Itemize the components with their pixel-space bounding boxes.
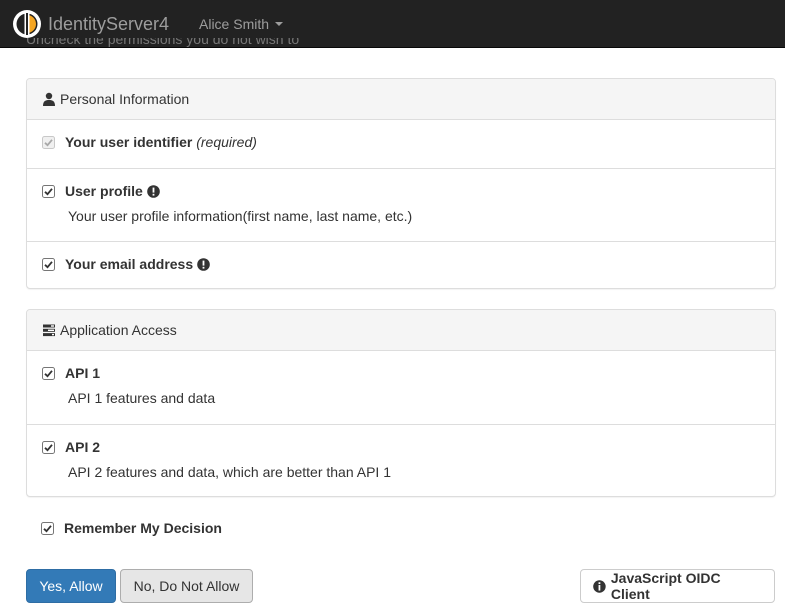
- scope-label: User profile: [65, 183, 143, 199]
- checkbox-checked[interactable]: [42, 440, 55, 454]
- checkbox-checked-disabled[interactable]: [42, 135, 55, 149]
- exclamation-sign-icon: [197, 257, 210, 271]
- personal-information-panel: Personal Information Your user identifie…: [26, 78, 776, 289]
- scope-item-api2: API 2 API 2 features and data, which are…: [27, 424, 775, 497]
- user-menu-dropdown[interactable]: Alice Smith: [199, 14, 284, 34]
- intro-text: Uncheck the permissions you do not wish …: [26, 38, 326, 48]
- remember-label: Remember My Decision: [64, 520, 222, 536]
- scope-item-email: Your email address: [27, 241, 775, 289]
- application-access-panel: Application Access API 1 API 1 features …: [26, 309, 776, 497]
- scope-label-text: Your user identifier: [65, 134, 193, 150]
- tasks-icon: [43, 324, 55, 337]
- checkbox-checked[interactable]: [42, 184, 55, 198]
- scope-label: Your user identifier (required): [65, 134, 257, 150]
- caret-down-icon: [275, 22, 284, 26]
- client-name: JavaScript OIDC Client: [610, 570, 721, 602]
- panel-title: Application Access: [60, 322, 177, 338]
- scope-label: Your email address: [65, 256, 194, 272]
- info-sign-icon: [593, 579, 606, 593]
- panel-title: Personal Information: [60, 91, 190, 107]
- panel-heading: Application Access: [27, 310, 775, 351]
- checkbox-checked[interactable]: [42, 257, 55, 271]
- deny-button[interactable]: No, Do Not Allow: [120, 569, 253, 603]
- scope-description: API 1 features and data: [68, 390, 216, 406]
- checkbox-checked[interactable]: [41, 521, 54, 535]
- panel-heading: Personal Information: [27, 79, 775, 120]
- brand-name: IdentityServer4: [48, 14, 170, 34]
- scope-item-profile: User profile Your user profile informati…: [27, 168, 775, 241]
- remember-consent[interactable]: Remember My Decision: [41, 518, 222, 538]
- scope-description: Your user profile information(first name…: [68, 208, 413, 224]
- client-link-button[interactable]: JavaScript OIDC Client: [580, 569, 775, 603]
- identityserver-logo-icon: [13, 10, 41, 38]
- required-note: (required): [196, 134, 257, 150]
- scope-label: API 1: [65, 365, 101, 381]
- checkbox-checked[interactable]: [42, 366, 55, 380]
- user-name: Alice Smith: [199, 16, 270, 32]
- intro-text-fragment: Uncheck the permissions you do not wish …: [26, 38, 300, 47]
- scope-item-openid: Your user identifier (required): [27, 120, 775, 168]
- brand-link[interactable]: IdentityServer4: [12, 8, 169, 40]
- exclamation-sign-icon: [147, 184, 160, 198]
- scope-description: API 2 features and data, which are bette…: [68, 464, 391, 480]
- scope-item-api1: API 1 API 1 features and data: [27, 351, 775, 424]
- user-icon: [43, 92, 55, 106]
- allow-button[interactable]: Yes, Allow: [26, 569, 116, 603]
- scope-label: API 2: [65, 439, 101, 455]
